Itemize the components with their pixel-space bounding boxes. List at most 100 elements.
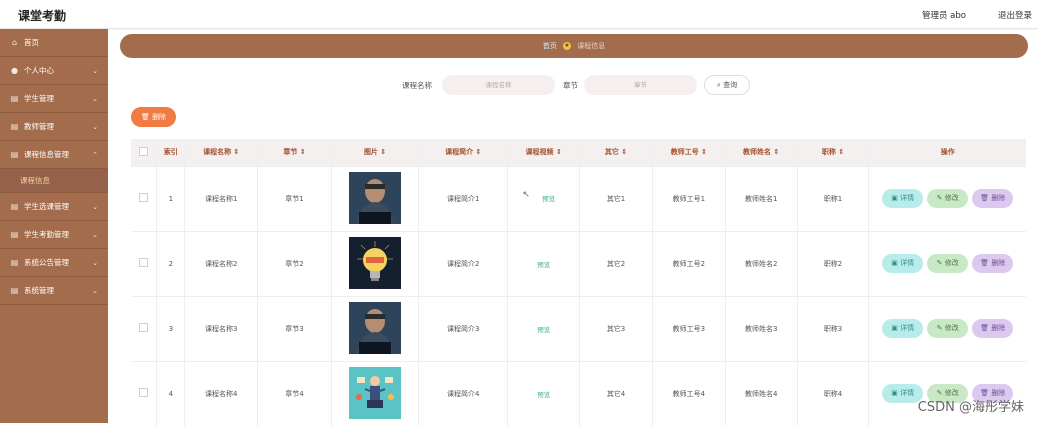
sidebar-item-course-selection[interactable]: ▤ 学生选课管理 ⌄ xyxy=(0,193,108,221)
column-header-other[interactable]: 其它 ⇕ xyxy=(579,139,653,166)
edit-button[interactable]: ✎ 修改 xyxy=(927,189,969,208)
list-icon: ▤ xyxy=(10,230,19,239)
column-header-chapter[interactable]: 章节 ⇕ xyxy=(257,139,332,166)
sidebar-subitem-course-info[interactable]: 课程信息 xyxy=(0,169,108,193)
chevron-down-icon: ⌄ xyxy=(92,287,98,295)
breadcrumb-home[interactable]: 首页 xyxy=(543,42,557,50)
admin-label: 管理员 abo xyxy=(921,11,966,21)
detail-button[interactable]: ▣ 详情 xyxy=(882,319,924,338)
row-chapter: 章节3 xyxy=(257,295,332,361)
chevron-down-icon: ⌄ xyxy=(92,259,98,267)
sidebar-item-home[interactable]: ⌂ 首页 xyxy=(0,29,108,57)
column-header-actions: 操作 xyxy=(940,148,955,157)
course-image-man-laptop[interactable] xyxy=(349,301,402,354)
column-header-teacher-id[interactable]: 教师工号 ⇕ xyxy=(652,139,726,166)
search-row: 课程名称 课程名称 章节 章节 ⌕ 查询 xyxy=(0,75,1038,95)
breadcrumb: 首页 ★ 课程信息 xyxy=(120,34,1028,58)
sidebar-item-label: 系统管理 xyxy=(24,286,54,295)
column-header-teacher-name[interactable]: 教师姓名 ⇕ xyxy=(725,139,798,166)
video-preview-link[interactable]: 预览 xyxy=(537,391,550,399)
detail-button[interactable]: ▣ 详情 xyxy=(882,254,924,273)
sort-icon: ⇕ xyxy=(380,148,387,157)
column-header-image[interactable]: 图片 ⇕ xyxy=(331,139,420,166)
list-icon: ▤ xyxy=(10,122,19,131)
edit-button[interactable]: ✎ 修改 xyxy=(927,254,969,273)
row-title: 职称2 xyxy=(797,230,870,296)
sort-icon: ⇕ xyxy=(621,148,628,157)
delete-button[interactable]: 🗑 删除 xyxy=(972,189,1014,208)
row-course-name: 课程名称3 xyxy=(184,295,259,361)
row-video-cell: ↖ 预览 xyxy=(507,165,581,231)
row-checkbox[interactable] xyxy=(139,388,149,398)
edit-icon: ✎ xyxy=(936,324,943,332)
sort-icon: ⇕ xyxy=(838,148,845,157)
row-video-cell: 预览 xyxy=(507,360,581,426)
chevron-down-icon: ⌄ xyxy=(92,123,98,131)
sidebar-subitem-label: 课程信息 xyxy=(20,176,50,185)
detail-button[interactable]: ▣ 详情 xyxy=(882,189,924,208)
bulk-delete-label: 删除 xyxy=(152,113,167,121)
delete-button[interactable]: 🗑 删除 xyxy=(972,319,1014,338)
row-course-name: 课程名称1 xyxy=(184,165,259,231)
list-icon: ▤ xyxy=(10,202,19,211)
column-header-course-name[interactable]: 课程名称 ⇕ xyxy=(184,139,259,166)
column-header-intro[interactable]: 课程简介 ⇕ xyxy=(418,139,509,166)
sidebar-item-label: 课程信息管理 xyxy=(24,150,69,159)
row-actions: ▣ 详情 ✎ 修改 🗑 删除 xyxy=(868,360,1026,426)
row-actions: ▣ 详情 ✎ 修改 🗑 删除 xyxy=(868,165,1026,231)
list-icon: ▤ xyxy=(10,258,19,267)
row-teacher-id: 教师工号3 xyxy=(652,295,726,361)
sidebar-item-system[interactable]: ▤ 系统管理 ⌄ xyxy=(0,277,108,305)
video-preview-link[interactable]: 预览 xyxy=(537,261,550,269)
row-checkbox-cell xyxy=(131,165,158,231)
search-button-label: 查询 xyxy=(723,81,738,89)
row-other: 其它3 xyxy=(579,295,653,361)
row-other: 其它4 xyxy=(579,360,653,426)
course-name-input[interactable]: 课程名称 xyxy=(442,75,555,95)
course-image-lightbulb[interactable] xyxy=(349,236,402,289)
course-image-multitask-figure[interactable] xyxy=(349,366,402,419)
edit-button[interactable]: ✎ 修改 xyxy=(927,319,969,338)
sidebar-item-teachers[interactable]: ▤ 教师管理 ⌄ xyxy=(0,113,108,141)
chapter-input[interactable]: 章节 xyxy=(584,75,697,95)
sidebar-item-label: 教师管理 xyxy=(24,122,54,131)
list-icon: ▤ xyxy=(10,94,19,103)
sort-icon: ⇕ xyxy=(701,148,708,157)
logout-link[interactable]: 退出登录 xyxy=(998,9,1032,21)
search-button[interactable]: ⌕ 查询 xyxy=(704,75,750,95)
sidebar-item-course-info-mgmt[interactable]: ▤ 课程信息管理 ⌃ xyxy=(0,141,108,169)
list-icon: ▤ xyxy=(10,286,19,295)
row-checkbox[interactable] xyxy=(139,193,149,202)
sidebar-item-label: 学生考勤管理 xyxy=(24,230,69,239)
select-all-checkbox[interactable] xyxy=(139,146,149,156)
sidebar-item-announcements[interactable]: ▤ 系统公告管理 ⌄ xyxy=(0,249,108,277)
detail-icon: ▣ xyxy=(891,389,898,398)
breadcrumb-current: 课程信息 xyxy=(577,42,606,50)
column-header-index: 索引 xyxy=(156,139,186,166)
sort-icon: ⇕ xyxy=(475,148,482,157)
sidebar-item-attendance[interactable]: ▤ 学生考勤管理 ⌄ xyxy=(0,221,108,249)
video-preview-link[interactable]: 预览 xyxy=(537,326,550,334)
row-teacher-name: 教师姓名1 xyxy=(725,165,798,231)
row-checkbox[interactable] xyxy=(139,258,149,267)
row-intro: 课程简介2 xyxy=(418,230,509,296)
row-checkbox[interactable] xyxy=(139,323,149,332)
row-title: 职称4 xyxy=(797,360,870,426)
row-teacher-id: 教师工号1 xyxy=(652,165,726,231)
table-row: 3 课程名称3 章节3 课程简介3 预览 其它3 教师工号3 教师姓名3 职称3 xyxy=(131,295,1026,361)
column-header-video[interactable]: 课程视频 ⇕ xyxy=(507,139,581,166)
course-image-man-laptop[interactable] xyxy=(349,171,402,224)
table-row: 4 课程名称4 章节4 课程简介4 预览 其它4 教师工号4 教师姓名4 职称4… xyxy=(131,360,1026,426)
sidebar-item-label: 首页 xyxy=(24,38,39,47)
row-title: 职称3 xyxy=(797,295,870,361)
search-icon: ⌕ xyxy=(716,81,721,89)
delete-button[interactable]: 🗑 删除 xyxy=(972,254,1014,273)
mouse-cursor-icon: ↖ xyxy=(522,190,530,200)
video-preview-link[interactable]: 预览 xyxy=(542,195,555,203)
column-header-title[interactable]: 职称 ⇕ xyxy=(797,139,870,166)
row-teacher-name: 教师姓名4 xyxy=(725,360,798,426)
row-actions: ▣ 详情 ✎ 修改 🗑 删除 xyxy=(868,295,1026,361)
row-chapter: 章节1 xyxy=(257,165,332,231)
row-intro: 课程简介3 xyxy=(418,295,509,361)
bulk-delete-button[interactable]: 🗑 删除 xyxy=(131,107,176,127)
